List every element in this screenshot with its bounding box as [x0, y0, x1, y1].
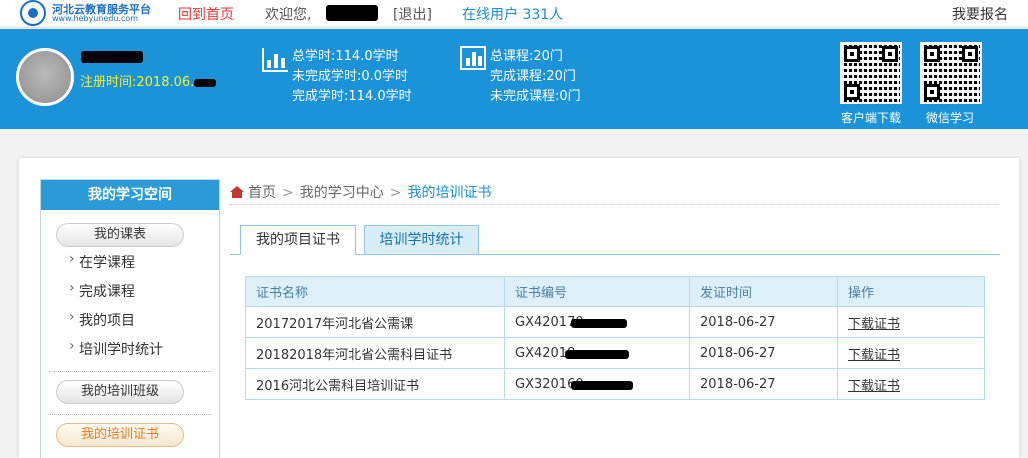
- breadcrumb: 首页 > 我的学习中心 > 我的培训证书: [230, 182, 491, 202]
- cert-name: 20182018年河北省公需科目证书: [245, 337, 505, 369]
- course-chart-icon: [460, 46, 486, 70]
- breadcrumb-center[interactable]: 我的学习中心: [300, 185, 384, 201]
- welcome-text: 欢迎您,: [265, 7, 312, 23]
- logout-link[interactable]: [退出]: [393, 4, 432, 24]
- online-users-count: 331人: [522, 7, 564, 23]
- sidebar-item-class[interactable]: 我的培训班级: [56, 380, 184, 404]
- redacted-code: [571, 381, 633, 390]
- incomplete-courses: 未完成课程:0门: [490, 89, 581, 104]
- cert-code: GX320160: [504, 368, 690, 400]
- breadcrumb-home[interactable]: 首页: [248, 185, 276, 201]
- cert-date: 2018-06-27: [689, 337, 838, 369]
- cert-code: GX420170: [504, 306, 690, 338]
- wechat-qr-icon[interactable]: [920, 42, 982, 104]
- download-cert-link[interactable]: 下载证书: [848, 379, 900, 394]
- user-banner: 注册时间:2018.06. 总学时:114.0学时 未完成学时:0.0学时 完成…: [0, 29, 1028, 129]
- sidebar-item-projects[interactable]: 我的项目: [69, 309, 135, 330]
- sidebar-divider: [49, 414, 211, 415]
- total-hours: 总学时:114.0学时: [292, 49, 399, 64]
- sidebar: 我的学习空间 我的课表 在学课程 完成课程 我的项目 培训学时统计 我的培训班级…: [40, 179, 220, 458]
- certificate-table: 证书名称 证书编号 发证时间 操作 20172017年河北省公需课 GX4201…: [245, 276, 985, 400]
- download-cert-link[interactable]: 下载证书: [848, 317, 900, 332]
- client-download-label: 客户端下载: [841, 111, 902, 125]
- online-users-label: 在线用户: [462, 7, 518, 23]
- cert-action: 下载证书: [837, 306, 985, 338]
- cert-name: 2016河北公需科目培训证书: [245, 368, 505, 400]
- register-time: 注册时间:2018.06.: [80, 71, 217, 90]
- table-row: 20172017年河北省公需课 GX420170 2018-06-27 下载证书: [245, 306, 985, 338]
- top-bar: 河北云教育服务平台 www.hebyunedu.com 回到首页 欢迎您, [退…: [0, 0, 1028, 28]
- home-icon: [230, 186, 244, 198]
- tab-training-hours[interactable]: 培训学时统计: [364, 225, 479, 255]
- cert-code: GX42018: [504, 337, 690, 369]
- table-row: 20182018年河北省公需科目证书 GX42018 2018-06-27 下载…: [245, 337, 985, 369]
- col-header-action: 操作: [837, 276, 985, 307]
- cert-name: 20172017年河北省公需课: [245, 306, 505, 338]
- table-row: 2016河北公需科目培训证书 GX320160 2018-06-27 下载证书: [245, 368, 985, 400]
- total-courses: 总课程:20门: [490, 49, 563, 64]
- redacted-code: [571, 319, 627, 328]
- complete-courses: 完成课程:20门: [490, 69, 576, 84]
- signup-link[interactable]: 我要报名: [952, 4, 1008, 24]
- sidebar-item-hours[interactable]: 培训学时统计: [69, 338, 163, 359]
- logo-emblem-icon: [20, 0, 46, 26]
- cert-date: 2018-06-27: [689, 368, 838, 400]
- course-stats: 总课程:20门 完成课程:20门 未完成课程:0门: [490, 47, 581, 107]
- breadcrumb-divider: [230, 204, 1000, 205]
- tab-project-certificates[interactable]: 我的项目证书: [240, 225, 356, 255]
- col-header-code: 证书编号: [504, 276, 690, 307]
- sidebar-divider: [49, 371, 211, 372]
- sidebar-item-schedule[interactable]: 我的课表: [56, 223, 184, 247]
- client-download-qr-icon[interactable]: [840, 42, 902, 104]
- register-time-text: 注册时间:2018.06.: [80, 75, 195, 90]
- wechat-label: 微信学习: [926, 111, 975, 125]
- cert-date: 2018-06-27: [689, 306, 838, 338]
- complete-hours: 完成学时:114.0学时: [292, 89, 412, 104]
- sidebar-item-completed[interactable]: 完成课程: [69, 280, 135, 301]
- sidebar-item-studying[interactable]: 在学课程: [69, 251, 135, 272]
- download-cert-link[interactable]: 下载证书: [848, 348, 900, 363]
- home-link[interactable]: 回到首页: [178, 4, 234, 24]
- col-header-date: 发证时间: [689, 276, 838, 307]
- cert-action: 下载证书: [837, 337, 985, 369]
- main-panel: 我的学习空间 我的课表 在学课程 完成课程 我的项目 培训学时统计 我的培训班级…: [19, 158, 1019, 458]
- sidebar-title: 我的学习空间: [41, 180, 219, 210]
- redacted-name: [81, 51, 143, 63]
- hours-stats: 总学时:114.0学时 未完成学时:0.0学时 完成学时:114.0学时: [292, 47, 412, 107]
- bar-chart-icon: [262, 48, 288, 72]
- redacted-username: [326, 5, 378, 21]
- site-logo[interactable]: 河北云教育服务平台 www.hebyunedu.com: [20, 0, 151, 26]
- redacted-code: [565, 350, 629, 359]
- col-header-name: 证书名称: [245, 276, 505, 307]
- avatar: [16, 48, 74, 106]
- logo-url: www.hebyunedu.com: [52, 14, 139, 23]
- cert-action: 下载证书: [837, 368, 985, 400]
- online-users: 在线用户 331人: [462, 4, 563, 24]
- sidebar-item-certificates[interactable]: 我的培训证书: [56, 423, 184, 447]
- table-header-row: 证书名称 证书编号 发证时间 操作: [245, 276, 985, 307]
- redacted-date: [194, 78, 217, 87]
- breadcrumb-current: 我的培训证书: [407, 185, 492, 201]
- incomplete-hours: 未完成学时:0.0学时: [292, 69, 409, 84]
